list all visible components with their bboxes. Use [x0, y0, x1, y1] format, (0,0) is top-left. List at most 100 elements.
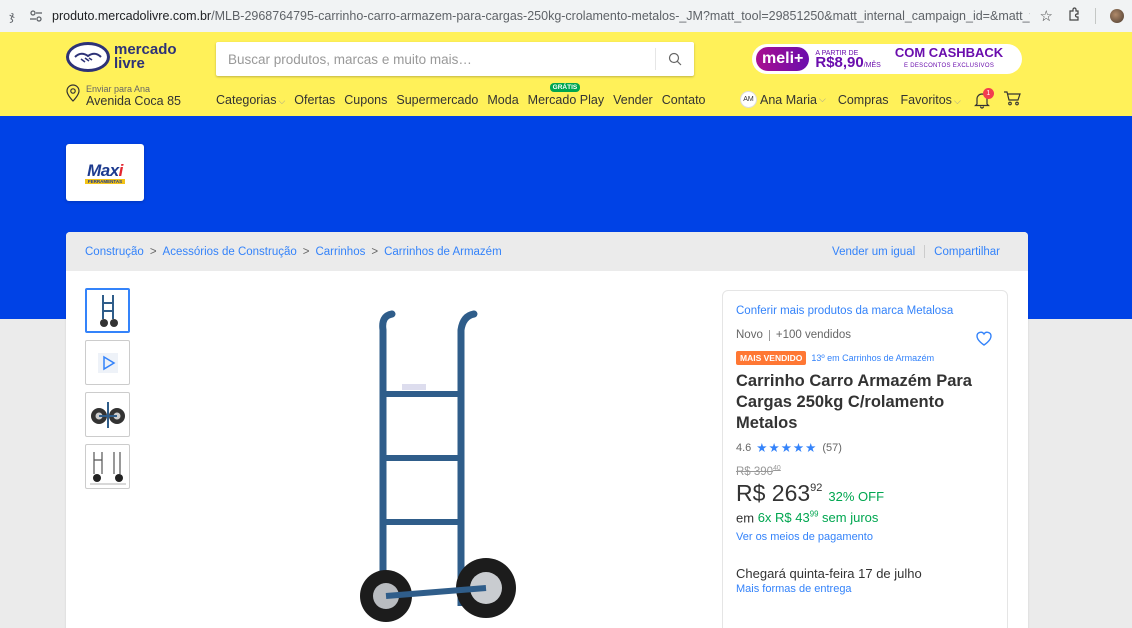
nav-cupons[interactable]: Cupons	[344, 93, 387, 107]
meli-plus-logo: meli+	[756, 47, 810, 71]
search-icon	[668, 52, 682, 66]
site-info-icon[interactable]	[24, 6, 48, 26]
rating-value: 4.6	[736, 441, 752, 454]
search-box	[216, 42, 694, 76]
main-nav: Categorias ⌵ Ofertas Cupons Supermercado …	[216, 83, 706, 107]
address-bar[interactable]: produto.mercadolivre.com.br/MLB-29687647…	[48, 9, 1030, 23]
cart-icon	[1003, 91, 1021, 106]
shipping-address-selector[interactable]: Enviar para Ana Avenida Coca 85	[66, 84, 181, 108]
nav-categorias[interactable]: Categorias ⌵	[216, 93, 285, 107]
notifications-button[interactable]: 1	[973, 87, 994, 109]
nav-ofertas[interactable]: Ofertas	[294, 93, 335, 107]
thumbnail-4[interactable]	[85, 444, 130, 489]
cart-button[interactable]	[1003, 90, 1021, 109]
breadcrumb-item-carrinhos-armazem[interactable]: Carrinhos de Armazém	[384, 246, 502, 258]
ship-to-label: Enviar para Ana	[86, 84, 151, 94]
ship-address: Avenida Coca 85	[86, 94, 181, 108]
original-price-int: R$ 390	[736, 465, 774, 478]
condition: Novo	[736, 329, 763, 341]
url-path: /MLB-2968764795-carrinho-carro-armazem-p…	[211, 9, 1030, 23]
rating-summary[interactable]: 4.6 ★★★★★ (57)	[736, 440, 994, 455]
thumbnail-3[interactable]	[85, 392, 130, 437]
breadcrumb-item-carrinhos[interactable]: Carrinhos	[315, 246, 365, 258]
store-logo-text-b: i	[118, 161, 124, 180]
original-price-cents: 40	[773, 465, 781, 472]
product-main-image[interactable]	[356, 306, 526, 628]
sell-same-link[interactable]: Vender um igual	[832, 246, 915, 258]
search-button[interactable]	[656, 42, 694, 76]
toolbar-divider	[1095, 8, 1096, 24]
breadcrumb-item-construcao[interactable]: Construção	[85, 246, 144, 258]
site-header: mercadolivre meli+ A PARTIR DE R$8,90/MÊ…	[0, 32, 1132, 116]
discount-label: 32% OFF	[828, 488, 885, 504]
condition-line: Novo +100 vendidos	[736, 329, 994, 341]
url-host: produto.mercadolivre.com.br	[52, 9, 212, 23]
store-logo-text-a: Max	[87, 161, 119, 180]
tab-fragment[interactable]: ჯ	[0, 9, 24, 23]
promo-price: R$8,90	[815, 53, 864, 71]
play-icon	[97, 352, 118, 373]
nav-vender[interactable]: Vender	[613, 93, 653, 107]
user-nav: AM Ana Maria ⌵ Compras Favoritos ⌵ 1	[740, 87, 1021, 109]
original-price: R$ 39040	[736, 465, 994, 478]
thumbnail-gallery	[85, 288, 130, 489]
free-badge: GRÁTIS	[549, 83, 581, 92]
meli-plus-promo-banner[interactable]: meli+ A PARTIR DE R$8,90/MÊS COM CASHBAC…	[752, 44, 1022, 74]
avatar: AM	[740, 91, 757, 108]
store-logo[interactable]: Maxi FERRAMENTAS	[66, 144, 144, 201]
star-rating: ★★★★★	[756, 441, 818, 455]
arrival-date: Chegará quinta-feira 17 de julho	[736, 566, 922, 582]
nav-favoritos[interactable]: Favoritos ⌵	[901, 93, 961, 107]
heart-icon[interactable]	[975, 329, 993, 347]
buy-box: Conferir mais produtos da marca Metalosa…	[722, 290, 1008, 628]
mercado-livre-logo[interactable]: mercado livre	[66, 42, 177, 72]
breadcrumb: Construção > Acessórios de Construção > …	[66, 232, 1028, 271]
nav-moda[interactable]: Moda	[487, 93, 518, 107]
brand-link[interactable]: Conferir mais produtos da marca Metalosa	[736, 305, 994, 317]
breadcrumb-separator: >	[149, 245, 157, 258]
product-card: Construção > Acessórios de Construção > …	[66, 232, 1028, 628]
installments-main: 6x R$ 43	[757, 510, 810, 526]
breadcrumb-separator: >	[371, 245, 379, 258]
favorites-label: Favoritos	[900, 92, 952, 107]
installments-suffix: sem juros	[822, 510, 879, 526]
condition-divider	[768, 329, 770, 341]
actions-divider	[924, 245, 926, 258]
review-count: (57)	[822, 441, 842, 454]
sold-count: +100 vendidos	[775, 329, 851, 341]
chevron-down-icon: ⌵	[818, 94, 826, 104]
payment-methods-link[interactable]: Ver os meios de pagamento	[736, 531, 994, 543]
extensions-icon[interactable]	[1067, 7, 1081, 25]
category-rank-link[interactable]: 13º em Carrinhos de Armazém	[811, 353, 934, 363]
user-menu[interactable]: AM Ana Maria ⌵	[740, 91, 826, 108]
store-logo-sub: FERRAMENTAS	[84, 179, 126, 184]
nav-compras[interactable]: Compras	[838, 93, 889, 107]
promo-per-month: /MÊS	[863, 61, 881, 69]
bookmark-star-icon[interactable]: ☆	[1040, 7, 1053, 25]
nav-contato[interactable]: Contato	[662, 93, 706, 107]
search-input[interactable]	[216, 42, 655, 76]
more-shipping-link[interactable]: Mais formas de entrega	[736, 583, 994, 595]
installments-prefix: em	[736, 510, 755, 526]
promo-cashback-sub: E DESCONTOS EXCLUSIVOS	[903, 62, 995, 69]
chevron-down-icon: ⌵	[953, 95, 961, 106]
breadcrumb-item-acessorios[interactable]: Acessórios de Construção	[163, 246, 297, 258]
browser-bar: ჯ produto.mercadolivre.com.br/MLB-296876…	[0, 0, 1132, 32]
profile-avatar[interactable]	[1110, 9, 1124, 23]
share-link[interactable]: Compartilhar	[934, 246, 1000, 258]
user-name: Ana Maria	[760, 92, 817, 107]
installments-cents: 99	[809, 509, 819, 519]
location-pin-icon	[66, 84, 80, 102]
current-price: R$ 26392	[736, 480, 822, 507]
chevron-down-icon: ⌵	[278, 96, 286, 106]
current-price-cents: 92	[810, 481, 823, 494]
nav-supermercado[interactable]: Supermercado	[396, 93, 478, 107]
current-price-int: R$ 263	[736, 479, 811, 506]
nav-mercado-play-label: Mercado Play	[527, 93, 605, 107]
breadcrumb-separator: >	[302, 245, 310, 258]
thumbnail-video[interactable]	[85, 340, 130, 385]
nav-mercado-play[interactable]: GRÁTIS Mercado Play	[527, 83, 605, 107]
notification-count: 1	[982, 87, 994, 99]
promo-cashback: COM CASHBACK	[894, 44, 1004, 60]
thumbnail-1[interactable]	[85, 288, 130, 333]
